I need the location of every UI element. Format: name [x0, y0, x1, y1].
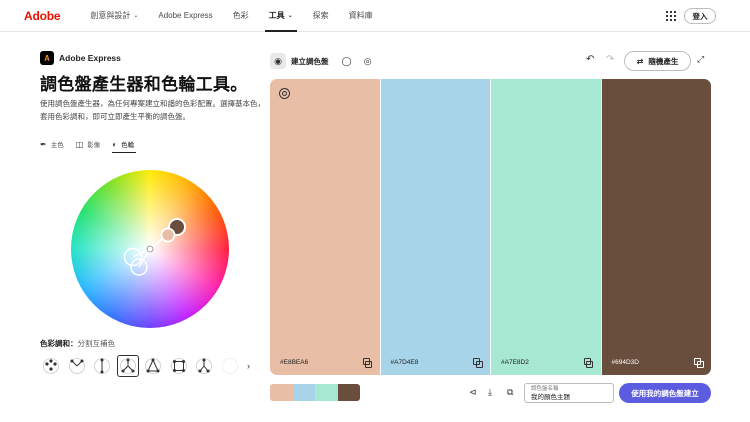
mini-swatch: [315, 384, 338, 401]
swatch-hex: #A7E8D2: [501, 359, 529, 366]
app-grid-icon[interactable]: [666, 11, 676, 21]
triad-icon: [94, 358, 110, 374]
copy-palette-icon[interactable]: ⧉: [507, 387, 513, 398]
mini-palette-preview: [270, 384, 360, 401]
chevron-down-icon: ⌄: [133, 13, 139, 19]
palette-name-label: 調色盤名稱: [531, 386, 559, 392]
nav-link-explore[interactable]: 探索: [303, 0, 339, 32]
square-icon: [170, 358, 187, 374]
palette-name-input[interactable]: 調色盤名稱 我的顏色主題: [524, 383, 614, 403]
monochromatic-icon: [68, 358, 85, 374]
chevron-down-icon: ⌄: [287, 13, 293, 19]
download-icon[interactable]: ⤓: [488, 387, 492, 398]
top-navigation: Adobe 創意與設計 ⌄ Adobe Express 色彩 工具 ⌄ 探索 資料庫…: [0, 0, 750, 32]
nav-links: 創意與設計 ⌄ Adobe Express 色彩 工具 ⌄ 探索 資料庫: [80, 0, 382, 32]
eyedropper-icon: ✒: [40, 139, 47, 149]
adobe-express-icon: A: [40, 51, 54, 65]
harmony-complementary-button[interactable]: [142, 355, 164, 377]
sign-in-button[interactable]: 登入: [684, 8, 716, 24]
palette-name-value[interactable]: 我的顏色主題: [531, 393, 607, 402]
color-wheel[interactable]: [71, 170, 229, 328]
expand-icon[interactable]: ⤢: [697, 54, 704, 65]
split-complementary-icon: [119, 358, 136, 374]
swatch-hex: #694D3D: [611, 359, 639, 366]
palette-swatch[interactable]: #A7E8D2: [490, 79, 601, 375]
harmony-options: ›: [40, 355, 250, 377]
eye-icon[interactable]: ◎: [362, 55, 374, 67]
palette-swatch[interactable]: #E8BEA6: [270, 79, 380, 375]
nav-link-adobe-express[interactable]: Adobe Express: [148, 0, 222, 32]
harmony-compound-button[interactable]: [193, 355, 215, 377]
accessibility-icon[interactable]: ◯: [341, 55, 353, 67]
color-handle-1: [160, 227, 176, 243]
create-palette-icon[interactable]: ◉: [270, 53, 286, 69]
brand-name: Adobe Express: [59, 53, 121, 63]
image-icon: ◫: [75, 139, 84, 149]
use-palette-button[interactable]: 使用我的調色盤建立: [619, 383, 711, 403]
nav-link-library[interactable]: 資料庫: [339, 0, 383, 32]
tab-color-wheel[interactable]: ◐ 色輪: [112, 136, 136, 153]
complementary-icon: [145, 358, 161, 374]
harmony-analogous-button[interactable]: [40, 355, 62, 377]
palette-swatch[interactable]: #694D3D: [600, 79, 711, 375]
harmony-custom-button[interactable]: [219, 355, 241, 377]
harmony-square-button[interactable]: [168, 355, 190, 377]
undo-icon[interactable]: ↶: [586, 54, 594, 65]
mini-swatch: [270, 384, 293, 401]
randomize-button[interactable]: ⇄ 隨機產生: [624, 51, 691, 71]
adobe-logo[interactable]: Adobe: [24, 9, 61, 23]
copy-icon[interactable]: [694, 358, 704, 368]
harmony-split-complementary-button[interactable]: [116, 355, 139, 377]
base-color-icon: [279, 88, 290, 99]
color-palette: #E8BEA6 #A7D4E8 #A7E8D2 #694D3D: [270, 79, 711, 375]
create-palette-label[interactable]: 建立調色盤: [291, 56, 329, 67]
share-icon[interactable]: ⊲: [469, 387, 477, 398]
nav-link-tools[interactable]: 工具 ⌄: [259, 0, 303, 32]
custom-icon: [221, 358, 238, 374]
wheel-center-handle: [146, 245, 154, 253]
swatch-hex: #A7D4E8: [390, 359, 419, 366]
harmony-triad-button[interactable]: [91, 355, 113, 377]
copy-icon[interactable]: [473, 358, 483, 368]
copy-icon[interactable]: [362, 358, 372, 368]
mini-swatch: [337, 384, 360, 401]
harmony-monochromatic-button[interactable]: [66, 355, 88, 377]
mini-swatch: [292, 384, 315, 401]
page-title: 調色盤產生器和色輪工具。: [40, 75, 248, 94]
analogous-icon: [43, 358, 59, 374]
color-wheel-icon: ◐: [112, 139, 118, 149]
nav-link-creativity-design[interactable]: 創意與設計 ⌄: [80, 0, 148, 32]
redo-icon[interactable]: ↷: [606, 54, 614, 65]
chevron-right-icon[interactable]: ›: [247, 361, 250, 371]
wheel-handles: [123, 218, 186, 276]
palette-toolbar: ◉ 建立調色盤 ◯ ◎: [270, 53, 383, 69]
tab-image[interactable]: ◫ 影像: [76, 136, 101, 152]
palette-swatch[interactable]: #A7D4E8: [379, 79, 490, 375]
copy-icon[interactable]: [583, 358, 593, 368]
page-description: 使用調色盤產生器，為任何專案建立和諧的色彩配置。選擇基本色，套用色彩調和，即可立…: [40, 99, 265, 121]
nav-link-color[interactable]: 色彩: [223, 0, 259, 32]
mode-tabs: ✒ 主色 ◫ 影像 ◐ 色輪: [40, 136, 146, 153]
swatch-hex: #E8BEA6: [280, 359, 309, 366]
tab-primary-color[interactable]: ✒ 主色: [40, 136, 64, 152]
compound-icon: [196, 358, 212, 374]
adobe-express-brand: A Adobe Express: [40, 51, 121, 65]
harmony-label: 色彩調和：分割互補色: [40, 339, 116, 348]
harmony-value: 分割互補色: [77, 339, 116, 348]
shuffle-icon: ⇄: [636, 56, 644, 66]
